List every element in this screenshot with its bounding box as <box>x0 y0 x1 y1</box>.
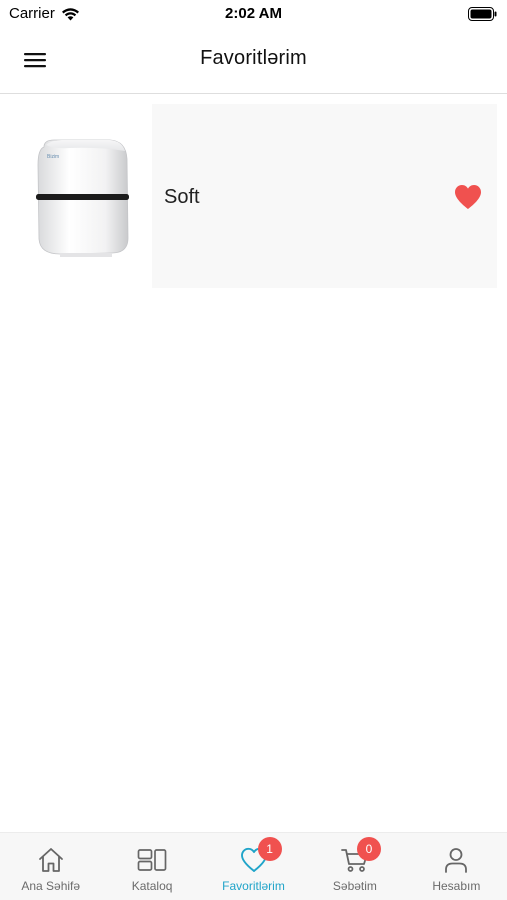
page-title: Favoritlərim <box>200 47 307 69</box>
cart-count-badge: 0 <box>356 837 381 861</box>
navigation-bar: Favoritlərim <box>0 28 507 94</box>
home-icon <box>38 848 63 872</box>
svg-text:Bizim: Bizim <box>47 154 59 160</box>
catalog-icon <box>137 849 167 871</box>
tab-home-label: Ana Səhifə <box>21 879 81 893</box>
tab-cart-label: Səbətim <box>332 879 377 893</box>
status-time: 2:02 AM <box>225 5 282 22</box>
tab-account[interactable]: Hesabım <box>406 833 507 900</box>
favorite-item[interactable]: Bizim Soft <box>0 103 507 289</box>
heart-icon[interactable] <box>454 184 482 210</box>
tab-favorites-label: Favoritlərim <box>222 879 285 893</box>
tab-account-label: Hesabım <box>432 879 481 893</box>
tab-cart[interactable]: Səbətim 0 <box>304 833 405 900</box>
product-name: Soft <box>164 186 200 208</box>
favorites-count-badge: 1 <box>257 837 282 861</box>
battery-full-icon <box>468 7 497 21</box>
tab-catalog-label: Kataloq <box>131 879 173 893</box>
tab-bar: Ana Səhifə Kataloq Favoritlərim 1 Səbəti… <box>0 832 507 900</box>
tab-favorites[interactable]: Favoritlərim 1 <box>203 833 304 900</box>
status-bar: Carrier 2:02 AM <box>0 0 507 28</box>
user-icon <box>445 848 468 873</box>
favorite-card[interactable]: Soft <box>152 104 497 288</box>
tab-catalog[interactable]: Kataloq <box>101 833 202 900</box>
product-image: Bizim <box>0 103 152 289</box>
tab-home[interactable]: Ana Səhifə <box>0 833 101 900</box>
